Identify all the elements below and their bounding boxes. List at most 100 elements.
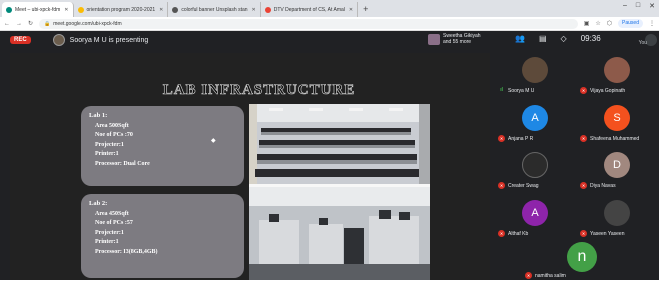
participant-name: namitha salim xyxy=(535,273,566,279)
mic-muted-icon: ✕ xyxy=(498,135,505,142)
participant-tile[interactable]: ✕ Vijaya Gopinath xyxy=(576,54,658,100)
mic-muted-icon: ✕ xyxy=(498,182,505,189)
participant-avatar xyxy=(522,152,548,178)
address-bar-row: ← → ↻ 🔒 meet.google.com/ubi-xpck-fdm ▣ ☆… xyxy=(0,17,659,31)
slide-title: LAB INFRASTRUCTURE xyxy=(162,82,356,99)
activities-icon[interactable]: ◇ xyxy=(561,34,567,43)
reload-icon[interactable]: ↻ xyxy=(28,20,33,27)
forward-arrow-icon[interactable]: → xyxy=(16,21,22,27)
chat-icon[interactable]: ▤ xyxy=(539,34,547,43)
people-icon[interactable]: 👥 xyxy=(515,34,525,43)
presented-slide: LAB INFRASTRUCTURE Lab 1: Area 500Sqft N… xyxy=(10,53,490,280)
browser-tab-dtv[interactable]: DTV Department of CS, At Amal ✕ xyxy=(260,2,359,17)
presentation-stage: LAB INFRASTRUCTURE Lab 1: Area 500Sqft N… xyxy=(0,49,494,280)
drive-favicon-icon xyxy=(77,6,84,13)
browser-tab-orientation[interactable]: orientation program 2020-2021 ✕ xyxy=(73,2,169,17)
camera-indicator-icon[interactable]: ▣ xyxy=(584,20,590,27)
participants-summary-text: Sweetha Gikiyah and 55 more xyxy=(443,33,481,45)
presenter-avatar xyxy=(52,34,65,46)
url-text: meet.google.com/ubi-xpck-fdm xyxy=(53,20,122,27)
minimize-button[interactable]: – xyxy=(623,2,627,10)
lab2-heading: Lab 2: xyxy=(89,200,108,207)
participant-tile[interactable]: A ✕ Althaf Kb xyxy=(494,197,576,243)
lab1-processor: Processor: Dual Core xyxy=(95,160,150,167)
mic-muted-icon: ✕ xyxy=(525,272,532,279)
participant-avatar: A xyxy=(522,200,548,226)
participant-tile[interactable]: ✕ namitha salim xyxy=(521,239,603,285)
maximize-button[interactable]: □ xyxy=(636,2,640,10)
participant-tile[interactable]: ✕ Creater Swag xyxy=(494,149,576,195)
browser-tab-banner[interactable]: colorful banner Unsplash stan ✕ xyxy=(168,2,261,17)
participant-avatar xyxy=(604,57,630,83)
browser-tab-bar: Meet – ubi-xpck-fdm ✕ orientation progra… xyxy=(0,0,659,17)
lab1-printer: Printer:1 xyxy=(95,151,119,157)
close-tab-icon[interactable]: ✕ xyxy=(64,7,68,13)
extensions-icon[interactable]: ⬡ xyxy=(607,20,612,27)
participant-name: Creater Swag xyxy=(508,183,539,189)
participant-tile[interactable]: ✕ Yaseen Yaseen xyxy=(576,197,658,243)
participant-name: Soorya M U xyxy=(508,88,535,94)
presenting-text: Soorya M U is presenting xyxy=(69,36,149,44)
lab2-photo xyxy=(249,184,430,280)
lab1-card: Lab 1: Area 500Sqft Noe of PCs :70 Proje… xyxy=(81,106,244,186)
profile-paused-button[interactable]: Paused xyxy=(618,19,643,28)
participant-avatar: D xyxy=(604,152,630,178)
participant-name: Shafeena Muhammed xyxy=(590,136,640,142)
participant-name: Vijaya Gopinath xyxy=(590,88,626,94)
tab-label: DTV Department of CS, At Amal xyxy=(273,6,345,13)
close-tab-icon[interactable]: ✕ xyxy=(349,7,353,13)
tab-label: orientation program 2020-2021 xyxy=(86,6,156,13)
youtube-favicon-icon xyxy=(264,6,271,13)
lab2-projector: Projecter:1 xyxy=(95,229,124,236)
new-tab-button[interactable]: + xyxy=(358,2,373,17)
tab-label: colorful banner Unsplash stan xyxy=(181,6,248,13)
mic-muted-icon: ✕ xyxy=(580,135,587,142)
lab2-printer: Printer:1 xyxy=(95,239,119,245)
participant-tile[interactable]: ıl Soorya M U xyxy=(494,54,576,100)
participant-avatar: S xyxy=(604,105,630,131)
recording-badge: REC xyxy=(10,36,31,44)
back-arrow-icon[interactable]: ← xyxy=(4,21,10,27)
participant-name: Anjana P R xyxy=(508,136,534,142)
lab2-pcs: Noe of PCs :57 xyxy=(95,220,133,226)
participant-name: Diya Navas xyxy=(590,183,616,189)
meeting-clock: 09:36 xyxy=(580,34,601,43)
you-label: You xyxy=(638,40,647,46)
close-window-button[interactable]: ✕ xyxy=(649,2,655,10)
tab-label: Meet – ubi-xpck-fdm xyxy=(15,6,61,13)
participants-panel: ıl Soorya M U ✕ Vijaya Gopinath A ✕ Anja… xyxy=(494,49,659,280)
unsplash-favicon-icon xyxy=(172,6,179,13)
participant-tile[interactable]: D ✕ Diya Navas xyxy=(576,149,658,195)
speaking-indicator-icon: ıl xyxy=(500,87,503,93)
participant-name: Althaf Kb xyxy=(508,231,529,237)
mic-muted-icon: ✕ xyxy=(580,87,587,94)
close-tab-icon[interactable]: ✕ xyxy=(252,7,256,13)
mic-muted-icon: ✕ xyxy=(580,230,587,237)
lab1-heading: Lab 1: xyxy=(89,112,108,119)
participants-summary[interactable]: Sweetha Gikiyah and 55 more xyxy=(428,33,481,45)
mic-muted-icon: ✕ xyxy=(498,230,505,237)
lab1-photo xyxy=(249,104,430,184)
participants-more: and 55 more xyxy=(443,39,472,45)
mic-muted-icon: ✕ xyxy=(580,182,587,189)
lab1-area: Area 500Sqft xyxy=(95,122,129,129)
browser-tab-meet[interactable]: Meet – ubi-xpck-fdm ✕ xyxy=(2,2,74,17)
bookmark-star-icon[interactable]: ☆ xyxy=(595,20,600,27)
window-controls: – □ ✕ xyxy=(623,2,655,10)
omnibox[interactable]: 🔒 meet.google.com/ubi-xpck-fdm xyxy=(39,18,578,29)
lab2-processor: Processor: I3(8GB,4GB) xyxy=(95,248,158,255)
participant-avatar xyxy=(604,200,630,226)
meet-favicon-icon xyxy=(6,6,12,13)
meet-top-bar: REC Soorya M U is presenting Sweetha Gik… xyxy=(0,31,659,49)
participant-avatar: A xyxy=(522,105,548,131)
participant-avatar xyxy=(522,57,548,83)
participant-thumbnail xyxy=(428,33,440,45)
close-tab-icon[interactable]: ✕ xyxy=(159,7,163,13)
lab2-card: Lab 2: Area 450Sqft Noe of PCs :57 Proje… xyxy=(81,194,244,278)
lock-icon: 🔒 xyxy=(44,20,51,27)
participant-tile[interactable]: S ✕ Shafeena Muhammed xyxy=(576,102,658,148)
menu-kebab-icon[interactable]: ⋮ xyxy=(649,20,655,27)
participant-name: Yaseen Yaseen xyxy=(590,231,625,237)
meet-toolbar: 👥 ▤ ◇ 09:36 xyxy=(515,34,601,43)
participant-tile[interactable]: A ✕ Anjana P R xyxy=(494,102,576,148)
